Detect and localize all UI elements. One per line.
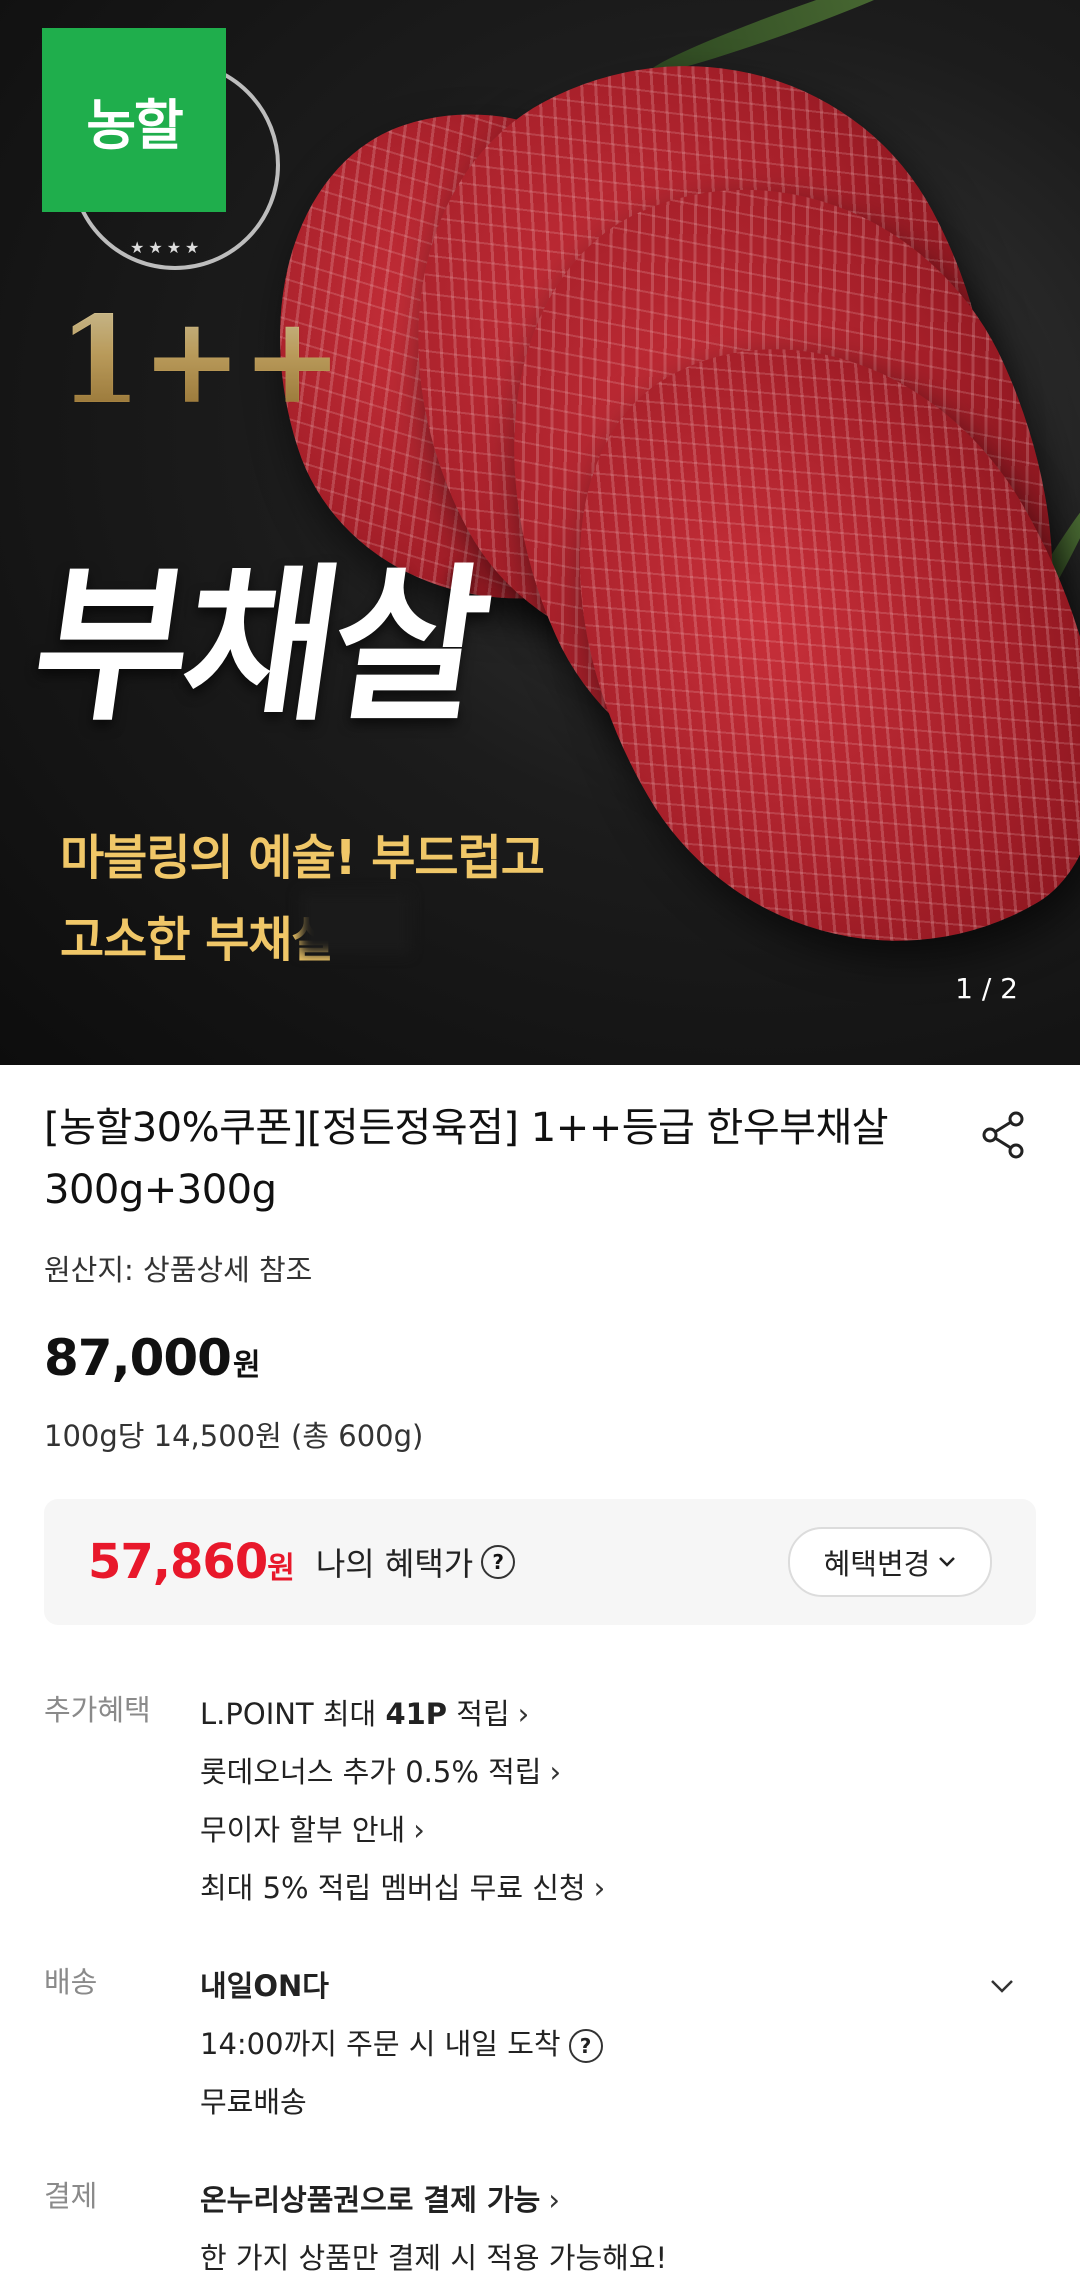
lpoint-suffix: 적립 bbox=[447, 1697, 510, 1731]
product-title: [농할30%쿠폰][정든정육점] 1++등급 한우부채살 300g+300g bbox=[44, 1105, 889, 1213]
payment-section: 결제 온누리상품권으로 결제 가능 › 한 가지 상품만 결제 시 적용 가능해요… bbox=[44, 2171, 1036, 2287]
original-price: 87,000원 bbox=[44, 1329, 1036, 1387]
benefit-currency: 원 bbox=[267, 1551, 295, 1586]
change-benefit-button[interactable]: 혜택변경 bbox=[788, 1527, 992, 1597]
delivery-cutoff-text: 14:00까지 주문 시 내일 도착 bbox=[200, 2027, 561, 2061]
benefit-price: 57,860원 bbox=[88, 1534, 295, 1590]
benefit-price-box: 57,860원 나의 혜택가 ? 혜택변경 bbox=[44, 1499, 1036, 1625]
page-indicator: 1 / 2 bbox=[955, 972, 1018, 1005]
chevron-down-icon[interactable] bbox=[986, 1970, 1018, 2002]
delivery-toggle[interactable]: 내일ON다 bbox=[200, 1957, 1036, 2015]
benefit-label: 나의 혜택가 bbox=[315, 1545, 474, 1583]
hero-subtitle-line2: 고소한 부채살 bbox=[60, 912, 336, 968]
product-image-carousel[interactable]: 점 ★★★★ 농할 1++ 부채살 마블링의 예술! 부드럽고 고소한 부채살 … bbox=[0, 0, 1080, 1065]
origin-info: 원산지: 상품상세 참조 bbox=[44, 1253, 313, 1287]
delivery-label: 배송 bbox=[44, 1965, 98, 1999]
extra-benefits-section: 추가혜택 L.POINT 최대 41P 적립 › 롯데오너스 추가 0.5% 적립… bbox=[44, 1685, 1036, 1917]
lpoint-points: 41P bbox=[385, 1697, 448, 1731]
help-icon[interactable]: ? bbox=[568, 2029, 603, 2063]
payment-title: 온누리상품권으로 결제 가능 bbox=[200, 2183, 541, 2217]
delivery-section: 배송 내일ON다 14:00까지 주문 시 내일 도착? 무료배송 bbox=[44, 1957, 1036, 2131]
extra-benefits-label: 추가혜택 bbox=[44, 1693, 151, 1727]
price-currency: 원 bbox=[232, 1348, 261, 1383]
chevron-right-icon: › bbox=[593, 1871, 606, 1905]
delivery-fee: 무료배송 bbox=[200, 2085, 307, 2119]
chevron-right-icon: › bbox=[413, 1813, 425, 1847]
lotte-owners-text: 롯데오너스 추가 0.5% 적립 bbox=[200, 1755, 542, 1789]
help-icon[interactable]: ? bbox=[481, 1545, 516, 1579]
grade-label: 1++ bbox=[58, 290, 343, 431]
benefit-link-lotte-owners[interactable]: 롯데오너스 추가 0.5% 적립 › bbox=[200, 1743, 1036, 1801]
price-value: 87,000 bbox=[44, 1329, 232, 1387]
membership-text: 최대 5% 적립 멤버십 무료 신청 bbox=[200, 1871, 586, 1905]
benefit-price-value: 57,860 bbox=[88, 1534, 268, 1590]
delivery-cutoff: 14:00까지 주문 시 내일 도착? bbox=[200, 2015, 1036, 2073]
blurred-region bbox=[300, 892, 410, 954]
benefit-link-membership[interactable]: 최대 5% 적립 멤버십 무료 신청 › bbox=[200, 1859, 1036, 1917]
chevron-right-icon: › bbox=[548, 2183, 560, 2217]
change-benefit-label: 혜택변경 bbox=[823, 1547, 931, 1581]
nonghal-logo: 농할 bbox=[42, 28, 226, 212]
benefit-link-lpoint[interactable]: L.POINT 최대 41P 적립 › bbox=[200, 1685, 1036, 1743]
payment-onnuri-link[interactable]: 온누리상품권으로 결제 가능 › bbox=[200, 2171, 1036, 2229]
installment-text: 무이자 할부 안내 bbox=[200, 1813, 406, 1847]
payment-note: 한 가지 상품만 결제 시 적용 가능해요! bbox=[200, 2241, 668, 2275]
chevron-right-icon: › bbox=[549, 1755, 562, 1789]
lpoint-text: L.POINT 최대 bbox=[200, 1697, 386, 1731]
chevron-right-icon: › bbox=[517, 1697, 530, 1731]
delivery-title: 내일ON다 bbox=[200, 1969, 329, 2003]
unit-price: 100g당 14,500원 (총 600g) bbox=[44, 1419, 424, 1453]
share-icon[interactable] bbox=[976, 1107, 1032, 1163]
hero-title: 부채살 bbox=[22, 548, 496, 744]
chevron-down-icon bbox=[939, 1557, 956, 1567]
payment-label: 결제 bbox=[44, 2179, 98, 2213]
benefit-link-installment[interactable]: 무이자 할부 안내 › bbox=[200, 1801, 1036, 1859]
hero-subtitle-line1: 마블링의 예술! 부드럽고 bbox=[60, 830, 545, 886]
